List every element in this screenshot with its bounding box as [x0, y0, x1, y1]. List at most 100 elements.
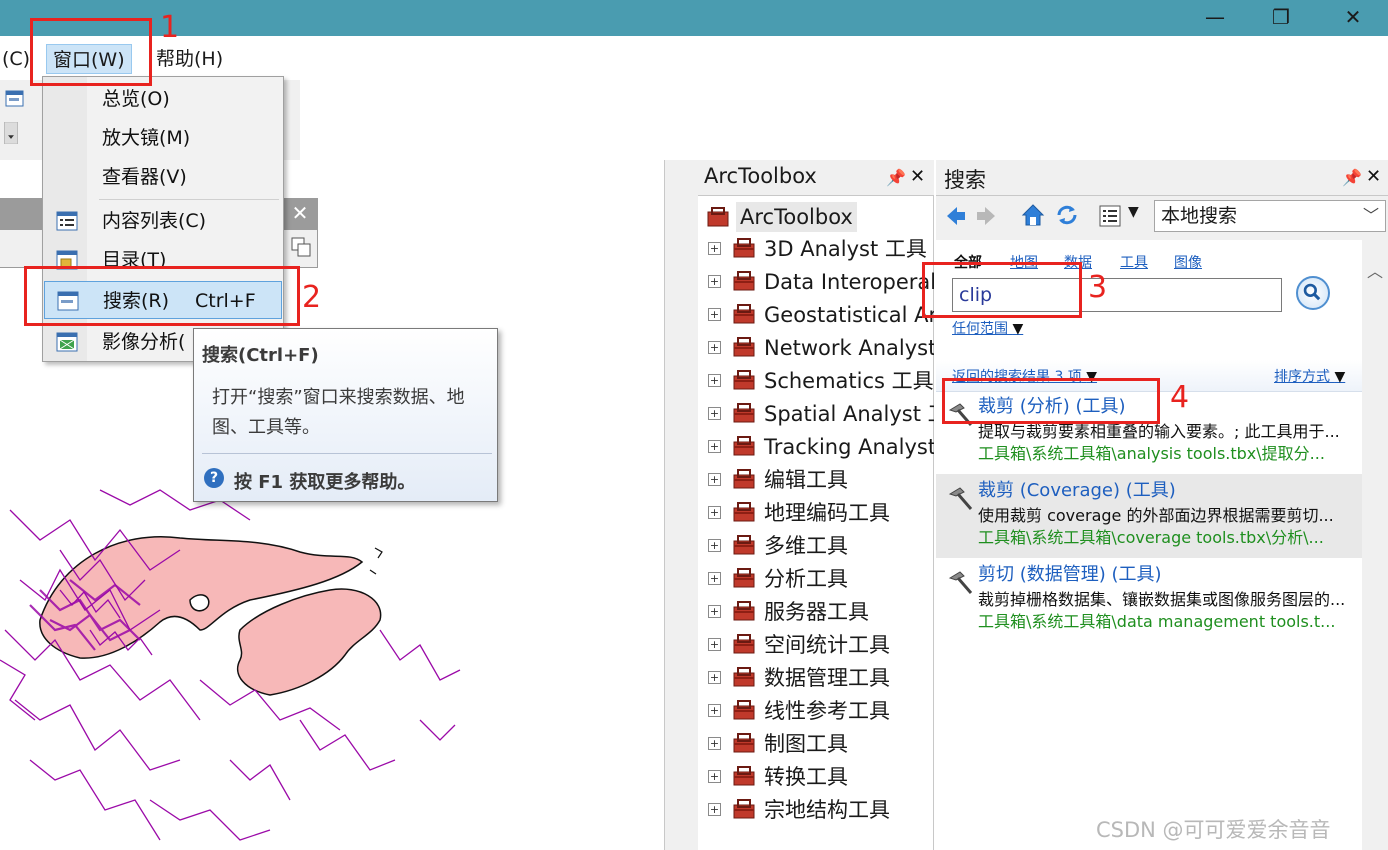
- menu-item-label: 查看器(V): [102, 166, 187, 188]
- forward-arrow-icon[interactable]: [974, 204, 998, 228]
- toolbox-item[interactable]: + 线性参考工具: [708, 695, 934, 728]
- toolbox-item[interactable]: + Geostatistical Analyst: [708, 299, 934, 332]
- back-arrow-icon[interactable]: [944, 204, 968, 228]
- expand-icon[interactable]: +: [708, 572, 721, 585]
- toolbox-item[interactable]: + 地理编码工具: [708, 497, 934, 530]
- toolbox-icon: [733, 403, 755, 423]
- refresh-icon[interactable]: [1054, 202, 1080, 228]
- scroll-up-icon[interactable]: ︿: [1367, 258, 1383, 282]
- menu-item-magnifier[interactable]: 放大镜(M): [44, 119, 282, 157]
- toolbox-item[interactable]: + 编辑工具: [708, 464, 934, 497]
- toolbox-item[interactable]: +3D Analyst 工具: [708, 233, 934, 266]
- chevron-down-icon: ﹀: [1362, 206, 1379, 225]
- expand-icon[interactable]: +: [708, 638, 721, 651]
- toolbox-label: Schematics 工具: [764, 369, 934, 393]
- toolbox-item[interactable]: + 多维工具: [708, 530, 934, 563]
- expand-icon[interactable]: +: [708, 341, 721, 354]
- panel-title: ArcToolbox: [704, 164, 817, 188]
- toolbox-icon: [733, 667, 755, 687]
- expand-icon[interactable]: +: [708, 803, 721, 816]
- expand-icon[interactable]: +: [708, 275, 721, 288]
- toolbox-icon: [733, 370, 755, 390]
- splitter[interactable]: [664, 160, 698, 850]
- search-toolbar: ▼ 本地搜索 ﹀: [936, 196, 1388, 240]
- close-icon[interactable]: ✕: [288, 200, 312, 226]
- search-result-item[interactable]: 裁剪 (Coverage) (工具) 使用裁剪 coverage 的外部面边界根据…: [936, 474, 1362, 558]
- expand-icon[interactable]: +: [708, 506, 721, 519]
- expand-icon[interactable]: +: [708, 440, 721, 453]
- search-window-icon[interactable]: [4, 88, 26, 110]
- arctoolbox-panel: ArcToolbox 📌 ✕ ArcToolbox +3D Analyst 工具…: [698, 160, 934, 850]
- maximize-button[interactable]: ❐: [1258, 0, 1304, 36]
- scrollbar[interactable]: ︿: [1362, 240, 1388, 850]
- toolbox-item[interactable]: + 宗地结构工具: [708, 794, 934, 827]
- minimize-button[interactable]: —: [1192, 0, 1238, 36]
- toolbox-item[interactable]: + 制图工具: [708, 728, 934, 761]
- toolbox-item[interactable]: + Tracking Analyst: [708, 431, 934, 464]
- result-title[interactable]: 剪切 (数据管理) (工具): [978, 560, 1162, 586]
- menu-item-table-of-contents[interactable]: 内容列表(C): [44, 202, 282, 240]
- extent-scope-link[interactable]: 任何范围 ▼: [952, 318, 1023, 338]
- toolbox-icon: [733, 304, 755, 324]
- toolbox-item[interactable]: + Schematics 工具: [708, 365, 934, 398]
- expand-icon[interactable]: +: [708, 539, 721, 552]
- tab-tools[interactable]: 工具: [1120, 252, 1148, 272]
- toolbox-icon: [733, 238, 755, 258]
- menu-help[interactable]: 帮助(H): [150, 44, 229, 74]
- expand-icon[interactable]: +: [708, 737, 721, 750]
- close-icon[interactable]: ✕: [1366, 166, 1381, 187]
- close-icon[interactable]: ✕: [910, 166, 925, 187]
- menu-item-viewer[interactable]: 查看器(V): [44, 158, 282, 196]
- title-bar: — ❐ ✕: [0, 0, 1388, 36]
- result-description: 裁剪掉栅格数据集、镶嵌数据集或图像服务图层的...: [978, 590, 1346, 609]
- toolbox-item[interactable]: + 分析工具: [708, 563, 934, 596]
- expand-icon[interactable]: +: [708, 242, 721, 255]
- search-tooltip: 搜索(Ctrl+F) 打开“搜索”窗口来搜索数据、地图、工具等。 ? 按 F1 …: [193, 328, 498, 502]
- home-icon[interactable]: [1020, 202, 1046, 228]
- expand-icon[interactable]: +: [708, 473, 721, 486]
- pin-icon[interactable]: 📌: [886, 168, 906, 187]
- dropdown-handle-icon[interactable]: [0, 122, 22, 144]
- toolbox-item[interactable]: + Network Analyst: [708, 332, 934, 365]
- expand-icon[interactable]: +: [708, 605, 721, 618]
- expand-icon[interactable]: +: [708, 704, 721, 717]
- toolbox-label: Tracking Analyst: [764, 435, 934, 459]
- toolbox-label: 分析工具: [764, 567, 848, 591]
- copy-icon[interactable]: [290, 236, 312, 258]
- result-title[interactable]: 裁剪 (Coverage) (工具): [978, 476, 1176, 502]
- toolbox-icon: [733, 337, 755, 357]
- chevron-down-icon: ▼: [1012, 321, 1024, 337]
- tab-images[interactable]: 图像: [1174, 252, 1202, 272]
- toolbox-icon: [733, 271, 755, 291]
- toolbox-label: 宗地结构工具: [764, 798, 890, 822]
- hammer-tool-icon: [948, 571, 973, 594]
- toolbox-item[interactable]: + Spatial Analyst 工具: [708, 398, 934, 431]
- toolbox-item[interactable]: + 转换工具: [708, 761, 934, 794]
- annotation-box-2: [24, 266, 300, 326]
- annotation-number-1: 1: [160, 10, 180, 45]
- toolbox-item[interactable]: + 数据管理工具: [708, 662, 934, 695]
- expand-icon[interactable]: +: [708, 374, 721, 387]
- search-result-item[interactable]: 剪切 (数据管理) (工具) 裁剪掉栅格数据集、镶嵌数据集或图像服务图层的... 工…: [936, 558, 1362, 642]
- sort-link[interactable]: 排序方式 ▼: [1274, 366, 1345, 386]
- view-options-icon[interactable]: [1098, 204, 1122, 228]
- search-scope-select[interactable]: 本地搜索 ﹀: [1154, 200, 1386, 232]
- expand-icon[interactable]: +: [708, 671, 721, 684]
- close-button[interactable]: ✕: [1330, 0, 1376, 36]
- image-analysis-icon: [56, 332, 78, 352]
- expand-icon[interactable]: +: [708, 407, 721, 420]
- annotation-number-4: 4: [1170, 380, 1190, 415]
- chevron-down-icon[interactable]: ▼: [1128, 204, 1139, 220]
- sort-label: 排序方式: [1274, 369, 1330, 385]
- toolbox-label: Data Interoperability: [764, 270, 934, 294]
- menu-bar: (C) 窗口(W) 帮助(H): [0, 36, 1388, 80]
- toolbox-item[interactable]: + 服务器工具: [708, 596, 934, 629]
- expand-icon[interactable]: +: [708, 770, 721, 783]
- tooltip-help: 按 F1 获取更多帮助。: [234, 472, 416, 493]
- expand-icon[interactable]: +: [708, 308, 721, 321]
- search-icon[interactable]: [1296, 276, 1330, 310]
- pin-icon[interactable]: 📌: [1342, 168, 1362, 187]
- toolbox-item[interactable]: + Data Interoperability: [708, 266, 934, 299]
- toolbox-item[interactable]: + 空间统计工具: [708, 629, 934, 662]
- annotation-box-3: [922, 262, 1082, 318]
